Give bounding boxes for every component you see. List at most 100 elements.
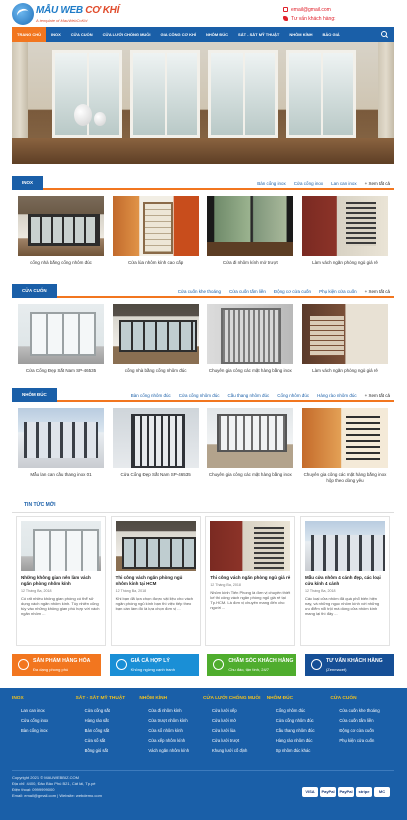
nav-item-cua-cuon[interactable]: CỬA CUỐN xyxy=(66,27,98,42)
section-link[interactable]: Cầu thang nhôm đúc xyxy=(228,393,270,398)
news-card[interactable]: Thi công vách ngăn phòng ngủ nhôm kính t… xyxy=(110,516,201,646)
news-card[interactable]: Thi công vách ngăn phòng ngủ giá rẻ 12 T… xyxy=(205,516,296,646)
footer-column-title[interactable]: CỬA CUỐN xyxy=(330,696,394,701)
view-all-link[interactable]: + Xem tất cả xyxy=(365,181,390,186)
product-image[interactable] xyxy=(301,408,388,468)
contact-phone[interactable]: Tư vấn khách hàng: xyxy=(283,14,336,23)
product-image[interactable] xyxy=(112,408,199,468)
product-card[interactable]: Cửa Cổng Đẹp Sắt Nam SP-46535 xyxy=(18,304,104,374)
site-logo[interactable]: MẪU WEB CƠ KHÍ A template of MauWebCoKhi xyxy=(12,3,142,25)
footer-link[interactable]: Phụ kiện cửa cuốn xyxy=(330,736,394,746)
product-image[interactable] xyxy=(18,304,104,364)
product-card[interactable]: Cửa đi nhôm kính mở trượt xyxy=(207,196,294,266)
news-title[interactable]: Thi công vách ngăn phòng ngủ nhôm kính t… xyxy=(116,575,196,587)
search-icon[interactable] xyxy=(381,31,388,38)
footer-link[interactable]: Vách ngăn nhôm kính xyxy=(139,746,203,756)
footer-link[interactable]: Sp nhôm đúc khác xyxy=(267,746,331,756)
section-link[interactable]: Cửa cuốn tấm liền xyxy=(229,289,266,294)
product-card[interactable]: Mẫu lan can cầu thang inox 01 xyxy=(18,408,104,484)
product-image[interactable] xyxy=(207,196,294,256)
section-link[interactable]: Phụ kiện cửa cuốn xyxy=(319,289,357,294)
footer-link[interactable]: Động cơ cửa cuốn xyxy=(330,726,394,736)
product-name[interactable]: Làm vách ngăn phòng ngủ giá rẻ xyxy=(302,368,388,374)
footer-column-title[interactable]: NHÔM KÍNH xyxy=(139,696,203,701)
footer-link[interactable]: Cửa lưới trượt xyxy=(203,736,267,746)
product-name[interactable]: Làm vách ngăn phòng ngủ giá rẻ xyxy=(302,260,388,266)
contact-email[interactable]: email@gmail.com xyxy=(283,5,336,14)
footer-link[interactable]: Cửa sổ sắt xyxy=(76,736,140,746)
section-link[interactable]: Bàn cổng inox xyxy=(257,181,286,186)
footer-link[interactable]: Cửa sổ nhôm kính xyxy=(139,726,203,736)
footer-link[interactable]: Cửa đi nhôm kính xyxy=(139,706,203,716)
footer-link[interactable]: Cửa lưới mở xyxy=(203,716,267,726)
nav-item-nhom-duc[interactable]: NHÔM ĐÚC xyxy=(201,27,233,42)
product-card[interactable]: Làm vách ngăn phòng ngủ giá rẻ xyxy=(301,196,388,266)
section-link[interactable]: Cửa cuốn khe thoáng xyxy=(178,289,221,294)
product-image[interactable] xyxy=(301,304,388,364)
product-name[interactable]: Chuyên gia công các mặt hàng bằng inox h… xyxy=(302,472,388,484)
section-title[interactable]: NHÔM ĐÚC xyxy=(12,388,57,402)
news-card[interactable]: Những không gian nên làm vách ngăn phòng… xyxy=(16,516,106,646)
product-image[interactable] xyxy=(112,196,199,256)
product-name[interactable]: Cửa Cổng Đẹp Sắt Nam SP-46535 xyxy=(18,368,104,374)
product-name[interactable]: Cửa lùa nhôm kính cao cấp xyxy=(113,260,199,266)
nav-item-bao-gia[interactable]: BẢO GIÁ xyxy=(317,27,344,42)
section-link[interactable]: Cửa cổng nhôm đúc xyxy=(179,393,220,398)
section-title[interactable]: CỬA CUỐN xyxy=(12,284,57,298)
footer-column-title[interactable]: CỬA LƯỚI CHỐNG MUỖI xyxy=(203,696,267,701)
product-name[interactable]: Chuyên gia công các mặt hàng bằng inox xyxy=(207,368,293,374)
footer-link[interactable]: Bồng gió sắt xyxy=(76,746,140,756)
footer-link[interactable]: Cửa lưới xếp xyxy=(203,706,267,716)
footer-link[interactable]: Cửa cổng nhôm đúc xyxy=(267,716,331,726)
footer-link[interactable]: Cửa trượt nhôm kính xyxy=(139,716,203,726)
footer-link[interactable]: Cửa cuốn tấm liền xyxy=(330,716,394,726)
footer-link[interactable]: Cửa cuốn khe thoáng xyxy=(330,706,394,716)
footer-link[interactable]: Khung lưới cố định xyxy=(203,746,267,756)
footer-link[interactable]: Cầu thang nhôm đúc xyxy=(267,726,331,736)
nav-item-gia-cong[interactable]: GIA CÔNG CƠ KHÍ xyxy=(156,27,202,42)
product-card[interactable]: cổng nhà bằng cổng nhôm đúc xyxy=(18,196,104,266)
product-name[interactable]: cổng nhà bằng cổng nhôm đúc xyxy=(113,368,199,374)
product-card[interactable]: cổng nhà bằng cổng nhôm đúc xyxy=(112,304,199,374)
footer-link[interactable]: Cửa lưới lùa xyxy=(203,726,267,736)
product-card[interactable]: Làm vách ngăn phòng ngủ giá rẻ xyxy=(301,304,388,374)
news-title[interactable]: Những không gian nên làm vách ngăn phòng… xyxy=(21,575,101,587)
section-title[interactable]: INOX xyxy=(12,176,44,190)
news-section-title[interactable]: TIN TỨC MỚI xyxy=(24,502,55,508)
section-link[interactable]: Cổng nhôm đúc xyxy=(277,393,309,398)
footer-column-title[interactable]: INOX xyxy=(12,696,76,701)
news-image[interactable] xyxy=(21,521,101,571)
footer-link[interactable]: Hàng rào nhôm đúc xyxy=(267,736,331,746)
product-image[interactable] xyxy=(18,408,104,468)
nav-item-home[interactable]: TRANG CHỦ xyxy=(12,27,46,42)
news-card[interactable]: Mẫu cửa nhôm 4 cánh đẹp, các loại cửa kí… xyxy=(299,516,390,646)
footer-link[interactable]: Cửa cổng sắt xyxy=(76,706,140,716)
product-card[interactable]: Chuyên gia công các mặt hàng bằng inox h… xyxy=(301,408,388,484)
product-image[interactable] xyxy=(207,304,294,364)
section-link[interactable]: Cửa cổng inox xyxy=(294,181,323,186)
footer-link[interactable]: Hàng rào sắt xyxy=(76,716,140,726)
section-link[interactable]: Hàng rào nhôm đúc xyxy=(317,393,357,398)
footer-column-title[interactable]: NHÔM ĐÚC xyxy=(267,696,331,701)
news-title[interactable]: Thi công vách ngăn phòng ngủ giá rẻ xyxy=(210,575,290,581)
news-image[interactable] xyxy=(304,521,385,571)
nav-item-cua-luoi[interactable]: CỬA LƯỚI CHỐNG MUỖI xyxy=(98,27,156,42)
product-card[interactable]: Chuyên gia công các mặt hàng bằng inox xyxy=(207,304,294,374)
footer-link[interactable]: Bàn cổng inox xyxy=(12,726,76,736)
product-image[interactable] xyxy=(18,196,104,256)
section-link[interactable]: Bàn cổng nhôm đúc xyxy=(131,393,171,398)
product-card[interactable]: Cửa lùa nhôm kính cao cấp xyxy=(112,196,199,266)
product-image[interactable] xyxy=(301,196,388,256)
news-title[interactable]: Mẫu cửa nhôm 4 cánh đẹp, các loại cửa kí… xyxy=(305,575,385,587)
news-image[interactable] xyxy=(210,521,291,571)
footer-link[interactable]: Cửa xếp nhôm kính xyxy=(139,736,203,746)
footer-column-title[interactable]: SẮT - SẮT MỸ THUẬT xyxy=(76,696,140,701)
product-name[interactable]: Cửa Cổng Đẹp Sắt Nam SP-46535 xyxy=(113,472,199,478)
product-name[interactable]: Mẫu lan can cầu thang inox 01 xyxy=(18,472,104,478)
footer-link[interactable]: Lan can inox xyxy=(12,706,76,716)
product-image[interactable] xyxy=(207,408,294,468)
footer-link[interactable]: Cổng nhôm đúc xyxy=(267,706,331,716)
news-image[interactable] xyxy=(115,521,196,571)
product-image[interactable] xyxy=(112,304,199,364)
section-link[interactable]: Động cơ cửa cuốn xyxy=(274,289,311,294)
